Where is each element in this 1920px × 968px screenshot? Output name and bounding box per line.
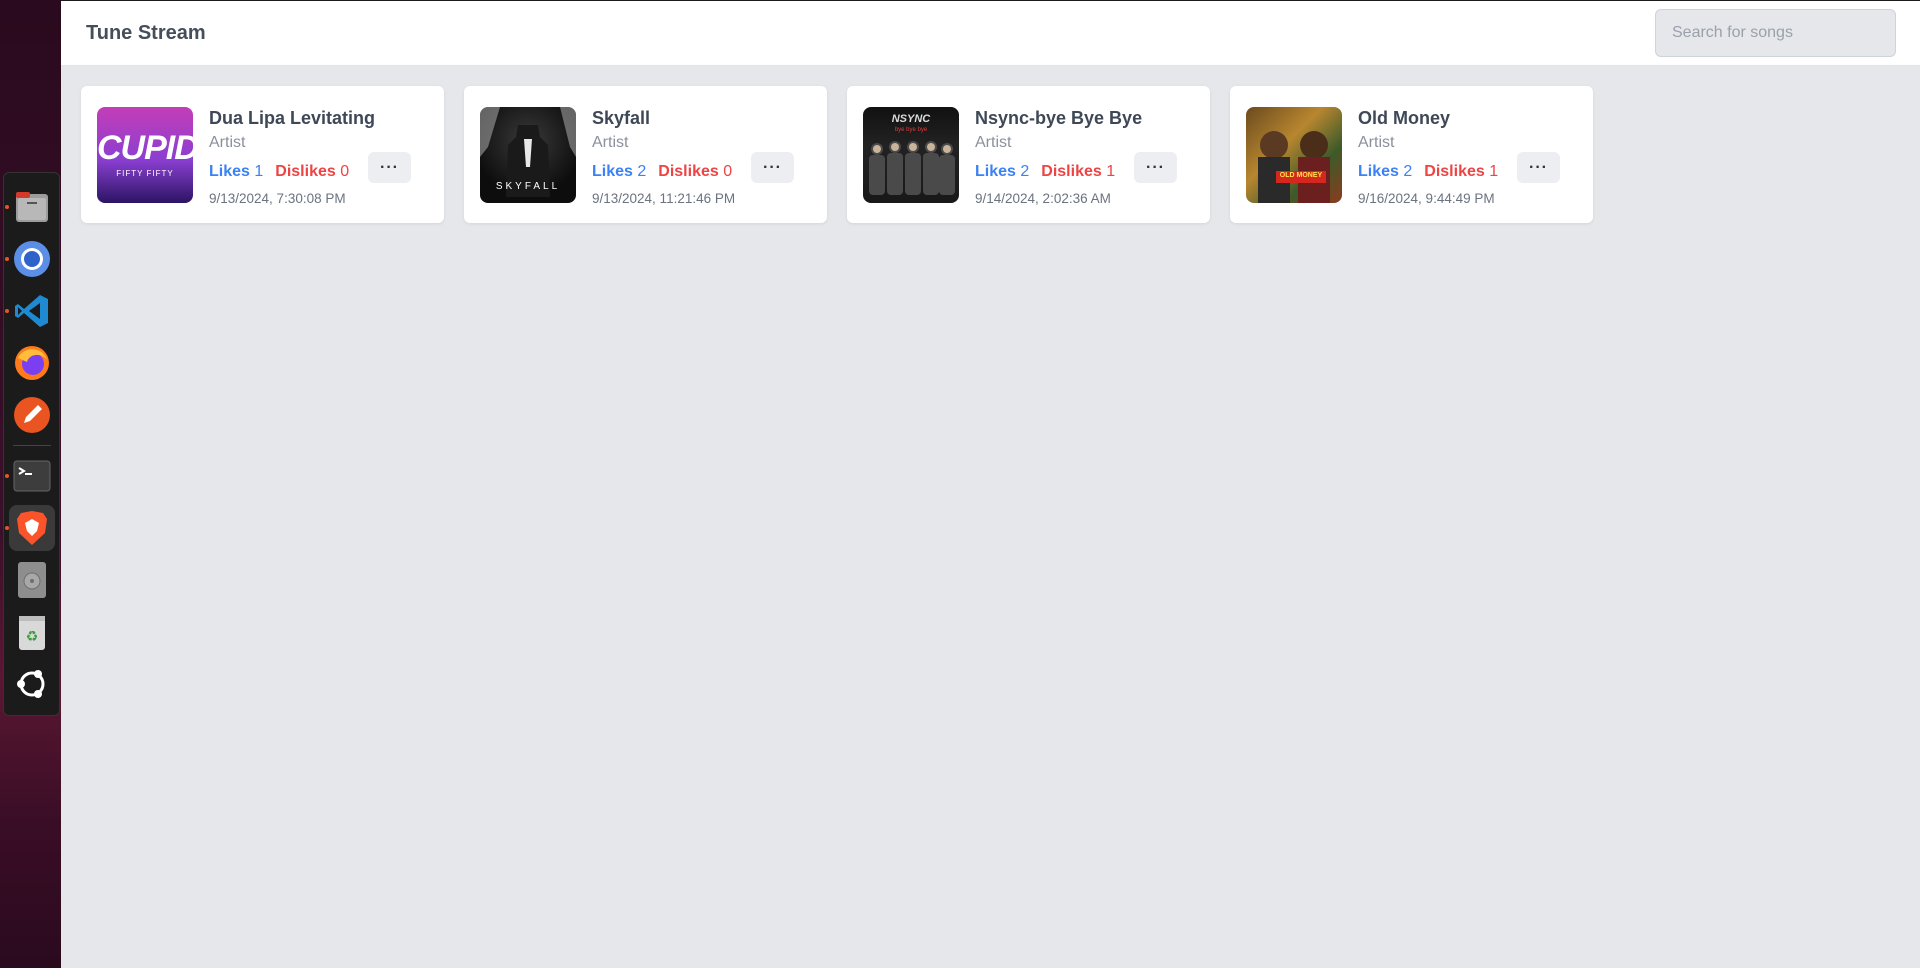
dock-item-ubuntu[interactable]: [9, 661, 55, 707]
running-indicator: [4, 474, 9, 478]
song-info: Nsync-bye Bye Bye Artist Likes 2 Dislike…: [975, 107, 1194, 206]
cover-art: [1258, 131, 1330, 203]
likes-value: 2: [1403, 163, 1413, 180]
likes-label: Likes: [209, 163, 250, 180]
song-card[interactable]: SKYFALL Skyfall Artist Likes 2 Dislikes …: [464, 86, 827, 223]
ubuntu-icon: [16, 670, 44, 698]
cover-text: SKYFALL: [495, 181, 561, 192]
song-date: 9/13/2024, 7:30:08 PM: [209, 191, 346, 206]
dock-item-terminal[interactable]: [4, 453, 55, 499]
album-cover: CUPID FIFTY FIFTY: [97, 107, 193, 203]
search-input[interactable]: [1655, 9, 1896, 57]
album-cover: SKYFALL: [480, 107, 576, 203]
text-editor-icon: [13, 397, 50, 433]
dislikes-count[interactable]: Dislikes 0: [658, 163, 732, 181]
song-title: Nsync-bye Bye Bye: [975, 108, 1143, 128]
song-artist: Artist: [592, 134, 629, 151]
song-artist: Artist: [975, 134, 1012, 151]
dock: ♻: [3, 172, 60, 716]
brave-icon: [16, 511, 47, 545]
more-options-button[interactable]: ···: [368, 152, 411, 183]
trash-icon: ♻: [18, 616, 45, 650]
cover-subtext: FIFTY FIFTY: [116, 169, 174, 178]
song-info: Dua Lipa Levitating Artist Likes 1 Disli…: [209, 107, 428, 206]
likes-value: 2: [637, 163, 647, 180]
likes-count[interactable]: Likes 2: [592, 163, 646, 181]
likes-value: 2: [1020, 163, 1030, 180]
disk-icon: [17, 562, 46, 598]
song-card[interactable]: OLD MONEY Old Money Artist Likes 2 Disli…: [1230, 86, 1593, 223]
likes-count[interactable]: Likes 2: [975, 163, 1029, 181]
app-title: Tune Stream: [86, 21, 206, 44]
song-date: 9/14/2024, 2:02:36 AM: [975, 191, 1111, 206]
song-info: Old Money Artist Likes 2 Dislikes 1 ··· …: [1358, 107, 1577, 206]
top-bar: Tune Stream: [61, 1, 1920, 66]
likes-label: Likes: [592, 163, 633, 180]
cover-text: OLD MONEY: [1279, 172, 1323, 179]
likes-count[interactable]: Likes 2: [1358, 163, 1412, 181]
dislikes-label: Dislikes: [658, 163, 719, 180]
cover-band: [869, 141, 955, 195]
more-options-button[interactable]: ···: [751, 152, 794, 183]
dislikes-value: 1: [1489, 163, 1499, 180]
dislikes-count[interactable]: Dislikes 0: [275, 163, 349, 181]
running-indicator: [4, 309, 9, 313]
song-title: Dua Lipa Levitating: [209, 108, 376, 128]
song-date: 9/16/2024, 9:44:49 PM: [1358, 191, 1495, 206]
song-card[interactable]: CUPID FIFTY FIFTY Dua Lipa Levitating Ar…: [81, 86, 444, 223]
firefox-icon: [14, 346, 49, 380]
likes-label: Likes: [975, 163, 1016, 180]
dislikes-count[interactable]: Dislikes 1: [1041, 163, 1115, 181]
files-icon: [15, 192, 48, 222]
album-cover: OLD MONEY: [1246, 107, 1342, 203]
running-indicator: [4, 205, 9, 209]
song-title: Skyfall: [592, 108, 651, 128]
song-artist: Artist: [209, 134, 246, 151]
song-card[interactable]: NSYNC bye bye bye Nsync-bye Bye Bye Arti…: [847, 86, 1210, 223]
more-options-button[interactable]: ···: [1134, 152, 1177, 183]
dislikes-value: 0: [723, 163, 733, 180]
dislikes-label: Dislikes: [275, 163, 336, 180]
terminal-icon: [13, 460, 50, 492]
svg-text:♻: ♻: [25, 629, 38, 645]
dock-item-brave[interactable]: [4, 505, 55, 551]
dock-item-text-editor[interactable]: [9, 392, 55, 438]
app-window: Tune Stream CUPID FIFTY FIFTY Dua Lipa L…: [61, 0, 1920, 968]
dock-separator: [12, 445, 51, 446]
dock-item-trash[interactable]: ♻: [9, 609, 55, 655]
song-info: Skyfall Artist Likes 2 Dislikes 0 ··· 9/…: [592, 107, 811, 206]
cover-text: CUPID: [97, 129, 193, 167]
dock-item-files[interactable]: [4, 184, 55, 230]
more-options-button[interactable]: ···: [1517, 152, 1560, 183]
dislikes-count[interactable]: Dislikes 1: [1424, 163, 1498, 181]
album-cover: NSYNC bye bye bye: [863, 107, 959, 203]
dislikes-value: 0: [340, 163, 350, 180]
chromium-icon: [13, 241, 50, 277]
song-grid: CUPID FIFTY FIFTY Dua Lipa Levitating Ar…: [61, 66, 1920, 223]
running-indicator: [4, 257, 9, 261]
dock-item-chromium[interactable]: [4, 236, 55, 282]
likes-label: Likes: [1358, 163, 1399, 180]
dock-item-firefox[interactable]: [9, 340, 55, 386]
dock-item-disk[interactable]: [9, 557, 55, 603]
dislikes-label: Dislikes: [1041, 163, 1102, 180]
dislikes-label: Dislikes: [1424, 163, 1485, 180]
running-indicator: [4, 526, 9, 530]
song-date: 9/13/2024, 11:21:46 PM: [592, 191, 736, 206]
song-title: Old Money: [1358, 108, 1451, 128]
song-artist: Artist: [1358, 134, 1395, 151]
dislikes-value: 1: [1106, 163, 1116, 180]
likes-value: 1: [254, 163, 264, 180]
vscode-icon: [14, 295, 48, 327]
dock-item-vscode[interactable]: [4, 288, 55, 334]
likes-count[interactable]: Likes 1: [209, 163, 263, 181]
